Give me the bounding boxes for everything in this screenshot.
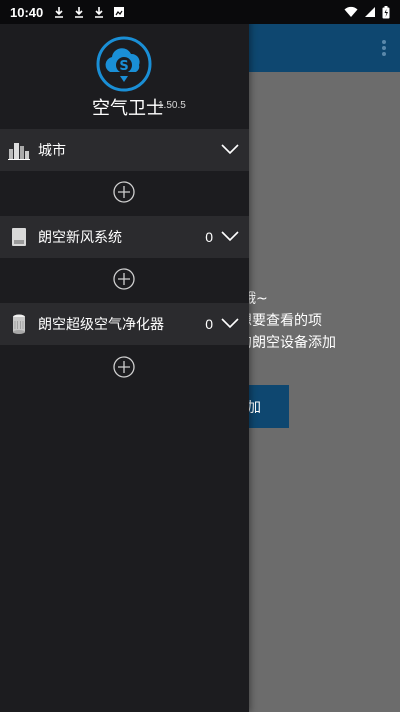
add-air-purifier-icon[interactable] (113, 356, 135, 378)
section-label: 朗空新风系统 (38, 230, 122, 246)
section-label: 朗空超级空气净化器 (38, 317, 164, 333)
app-version: 1.50.5 (158, 100, 186, 111)
navigation-drawer: S 空气卫士 1.50.5 城市 朗空新风系统 0 朗空超级空气净化器 0 (0, 0, 249, 712)
section-fresh-air-system[interactable]: 朗空新风系统 0 (0, 216, 249, 258)
section-label: 城市 (38, 143, 66, 159)
status-time: 10:40 (10, 4, 44, 20)
chevron-down-icon[interactable] (221, 143, 239, 155)
wifi-icon (344, 6, 358, 17)
air-purifier-icon (8, 313, 30, 335)
status-bar: 10:40 (0, 0, 400, 24)
app-logo-icon: S (96, 36, 152, 92)
signal-icon (365, 7, 375, 17)
drawer-header: S 空气卫士 1.50.5 (0, 24, 249, 128)
chevron-down-icon[interactable] (221, 317, 239, 329)
chevron-down-icon[interactable] (221, 230, 239, 242)
section-count: 0 (205, 316, 213, 332)
city-buildings-icon (8, 139, 30, 161)
download-icon (75, 7, 84, 18)
add-city-icon[interactable] (113, 181, 135, 203)
section-city[interactable]: 城市 (0, 129, 249, 171)
svg-text:S: S (119, 59, 128, 74)
overflow-menu-icon[interactable] (382, 40, 386, 56)
section-air-purifier[interactable]: 朗空超级空气净化器 0 (0, 303, 249, 345)
section-count: 0 (205, 229, 213, 245)
download-icon (95, 7, 104, 18)
add-fresh-air-device-icon[interactable] (113, 268, 135, 290)
download-icon (55, 7, 64, 18)
battery-icon (382, 5, 390, 18)
screenshot-icon (114, 7, 125, 17)
app-name: 空气卫士 (92, 98, 164, 119)
fresh-air-unit-icon (8, 226, 30, 248)
